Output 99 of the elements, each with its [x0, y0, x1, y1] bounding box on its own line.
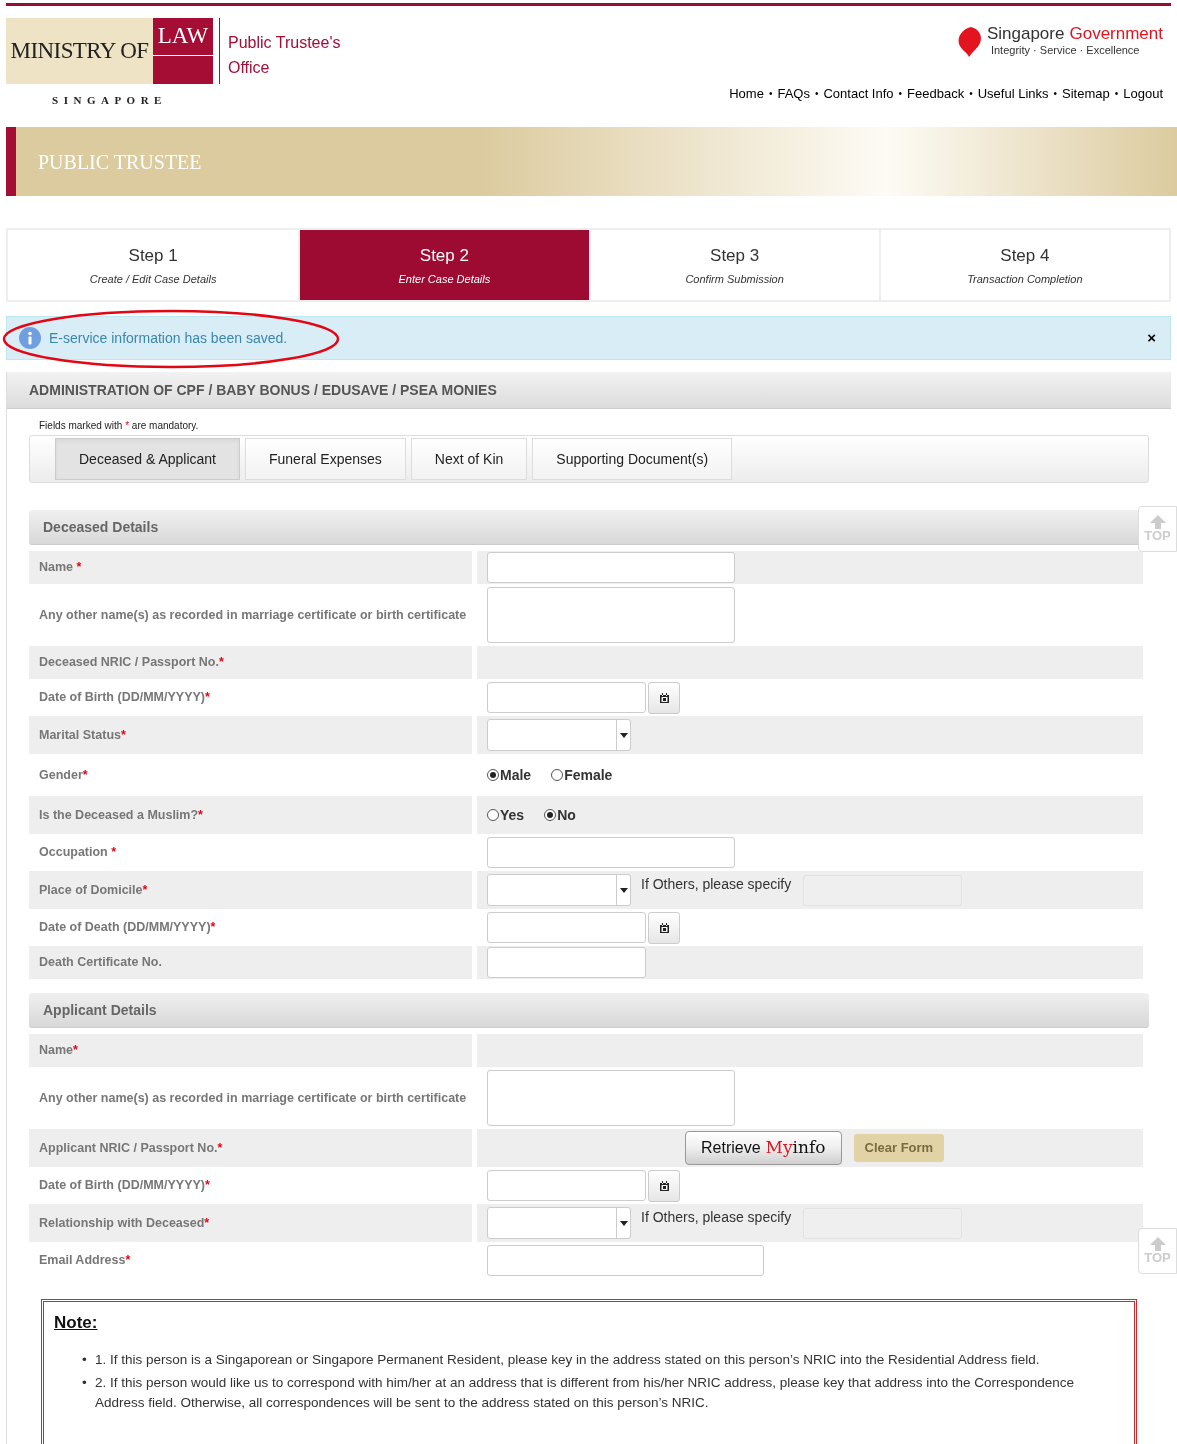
note-title: Note:: [54, 1312, 99, 1334]
calendar-button[interactable]: [648, 681, 680, 714]
field-label: Email Address*: [39, 1252, 131, 1270]
banner-title: PUBLIC TRUSTEE: [37, 149, 202, 175]
step-tab[interactable]: Step 2 Enter Case Details: [298, 230, 589, 300]
radio-button[interactable]: [551, 769, 564, 781]
calendar-button[interactable]: [648, 1169, 680, 1202]
country-text: SINGAPORE: [52, 93, 167, 108]
step-title: Step 3: [710, 244, 760, 267]
bullet: •: [82, 1350, 88, 1369]
field-label: Deceased NRIC / Passport No.*: [39, 654, 224, 672]
up-arrow-icon: [1149, 1237, 1166, 1251]
office-name-text: Office: [228, 58, 271, 78]
text-area[interactable]: [487, 1070, 735, 1126]
radio-button[interactable]: [487, 809, 499, 821]
date-field[interactable]: [487, 912, 646, 943]
field-label: Name*: [39, 1042, 78, 1060]
caret-icon: [619, 887, 628, 893]
field-label: Date of Birth (DD/MM/YYYY)*: [39, 689, 210, 707]
retrieve-myinfo-button[interactable]: Retrieve Myinfo: [685, 1131, 842, 1165]
singapore-text: Singapore: [986, 26, 1065, 42]
nav-separator: •: [898, 87, 903, 102]
caret-icon: [619, 732, 628, 738]
field-label: Gender*: [39, 766, 88, 784]
text-field[interactable]: [487, 837, 735, 868]
form-tab[interactable]: Supporting Document(s): [532, 438, 733, 480]
other-label: If Others, please specify: [641, 1208, 792, 1227]
bullet: •: [82, 1373, 88, 1392]
motto-text: Integrity · Service · Excellence: [989, 43, 1141, 58]
nav-separator: •: [768, 87, 773, 102]
radio-option[interactable]: No: [544, 804, 576, 826]
field-label: Any other name(s) as recorded in marriage certificate or birth certificate: [39, 1089, 467, 1107]
date-field[interactable]: [487, 682, 646, 713]
form-tab[interactable]: Funeral Expenses: [245, 438, 406, 480]
field-label: Death Certificate No.: [39, 954, 162, 972]
radio-option[interactable]: Female: [551, 764, 613, 786]
step-subtitle: Create / Edit Case Details: [89, 272, 217, 287]
radio-option[interactable]: Yes: [487, 804, 525, 826]
note-item: 1. If this person is a Singaporean or Singapore Permanent Resident, please key in the address stated on this person’s NRIC into the Residential Address field.: [95, 1350, 1040, 1369]
info-icon: [19, 327, 41, 349]
field-label: Place of Domicile*: [39, 881, 148, 899]
section-title: ADMINISTRATION OF CPF / BABY BONUS / EDUSAVE / PSEA MONIES: [29, 380, 497, 400]
field-label: Is the Deceased a Muslim?*: [39, 806, 203, 824]
text-field[interactable]: [487, 947, 646, 978]
nav-separator: •: [814, 87, 819, 102]
form-tab[interactable]: Deceased & Applicant: [55, 438, 240, 480]
up-arrow-icon: [1149, 515, 1166, 529]
mandatory-note: Fields marked with * are mandatory.: [39, 419, 200, 433]
nav-link[interactable]: Contact Info: [823, 84, 894, 104]
nav-link[interactable]: Home: [729, 84, 764, 104]
field-label: Marital Status*: [39, 726, 126, 744]
field-label: Occupation *: [39, 844, 117, 862]
field-label: Date of Birth (DD/MM/YYYY)*: [39, 1177, 210, 1195]
ministry-text: MINISTRY OF: [6, 18, 153, 84]
field-label: Date of Death (DD/MM/YYYY)*: [39, 919, 216, 937]
field-label: Relationship with Deceased*: [39, 1214, 210, 1232]
step-subtitle: Enter Case Details: [398, 272, 491, 287]
date-field[interactable]: [487, 1170, 646, 1201]
calendar-icon: [659, 922, 669, 933]
radio-option[interactable]: Male: [487, 764, 532, 786]
nav-separator: •: [1114, 87, 1119, 102]
group-title: Deceased Details: [43, 517, 159, 537]
step-subtitle: Confirm Submission: [685, 272, 784, 287]
calendar-icon: [659, 1180, 669, 1191]
caret-icon: [619, 1220, 628, 1226]
text-field[interactable]: [487, 552, 735, 583]
nav-separator: •: [969, 87, 973, 102]
text-area[interactable]: [487, 587, 735, 643]
group-title: Applicant Details: [43, 1000, 157, 1020]
nav-link[interactable]: Logout: [1123, 84, 1163, 104]
calendar-icon: [659, 692, 669, 703]
field-label: Any other name(s) as recorded in marriage certificate or birth certificate: [39, 606, 467, 624]
dropdown-field[interactable]: [487, 1207, 631, 1239]
step-title: Step 2: [419, 244, 469, 267]
dropdown-field[interactable]: [487, 874, 631, 906]
nav-link[interactable]: Sitemap: [1062, 84, 1110, 104]
step-subtitle: Transaction Completion: [967, 272, 1083, 287]
field-label: Applicant NRIC / Passport No.*: [39, 1139, 223, 1157]
government-text: Government: [1069, 26, 1163, 42]
clear-form-button[interactable]: Clear Form: [853, 1134, 945, 1162]
nav-link[interactable]: Feedback: [907, 84, 965, 104]
step-title: Step 1: [128, 244, 178, 267]
other-label: If Others, please specify: [641, 875, 792, 894]
close-button[interactable]: ×: [1147, 326, 1156, 350]
email-field[interactable]: [487, 1245, 764, 1276]
law-text: LAW: [153, 18, 213, 56]
nav-separator: •: [1053, 87, 1057, 102]
calendar-button[interactable]: [648, 911, 680, 944]
nav-link[interactable]: FAQs: [777, 84, 810, 104]
radio-button[interactable]: [487, 769, 499, 781]
radio-button[interactable]: [544, 809, 557, 821]
nav-link[interactable]: Useful Links: [977, 84, 1049, 104]
step-title: Step 4: [1000, 244, 1050, 267]
field-label: Name *: [39, 559, 82, 577]
alert-message: E-service information has been saved.: [49, 328, 288, 348]
office-name-text: Public Trustee's: [228, 33, 341, 53]
form-tab[interactable]: Next of Kin: [410, 438, 528, 480]
dropdown-field[interactable]: [487, 719, 631, 751]
note-item: 2. If this person would like us to correspond with him/her at an address that is different from his/her NRIC address, please key that address into the Correspondence Address field. Otherwise, all correspondences will be sent to the address stated on this person’s NRIC.: [95, 1373, 1075, 1412]
